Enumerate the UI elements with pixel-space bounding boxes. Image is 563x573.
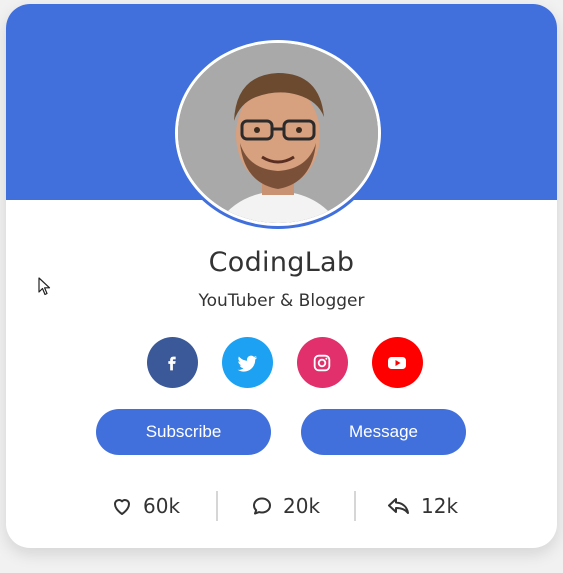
share-icon (388, 498, 409, 514)
twitter-icon (237, 355, 258, 372)
likes-stat[interactable]: 60k (110, 488, 180, 524)
profile-name: CodingLab (208, 247, 355, 278)
profile-card: CodingLab YouTuber & Blogger Subscribe M… (6, 4, 557, 548)
facebook-link[interactable] (146, 337, 198, 388)
instagram-link[interactable] (296, 337, 348, 388)
youtube-icon (388, 356, 406, 369)
avatar (178, 43, 378, 223)
twitter-link[interactable] (221, 337, 273, 388)
message-button[interactable]: Message (301, 409, 466, 455)
stats-divider (216, 491, 218, 521)
shares-stat[interactable]: 12k (386, 488, 458, 524)
mouse-cursor-icon (38, 277, 52, 301)
instagram-icon (313, 354, 331, 371)
youtube-link[interactable] (371, 337, 423, 388)
stats-divider (354, 491, 356, 521)
comments-stat[interactable]: 20k (250, 488, 320, 524)
subscribe-button[interactable]: Subscribe (96, 409, 271, 455)
stats-bar: 60k 20k 12k (6, 488, 557, 524)
likes-count: 60k (143, 494, 181, 518)
comment-icon (253, 497, 271, 515)
facebook-icon (168, 356, 176, 370)
social-links (6, 337, 557, 388)
heart-icon (114, 499, 130, 515)
comments-count: 20k (283, 494, 321, 518)
profile-role: YouTuber & Blogger (198, 291, 365, 311)
avatar-ring (175, 40, 381, 226)
shares-count: 12k (421, 494, 459, 518)
